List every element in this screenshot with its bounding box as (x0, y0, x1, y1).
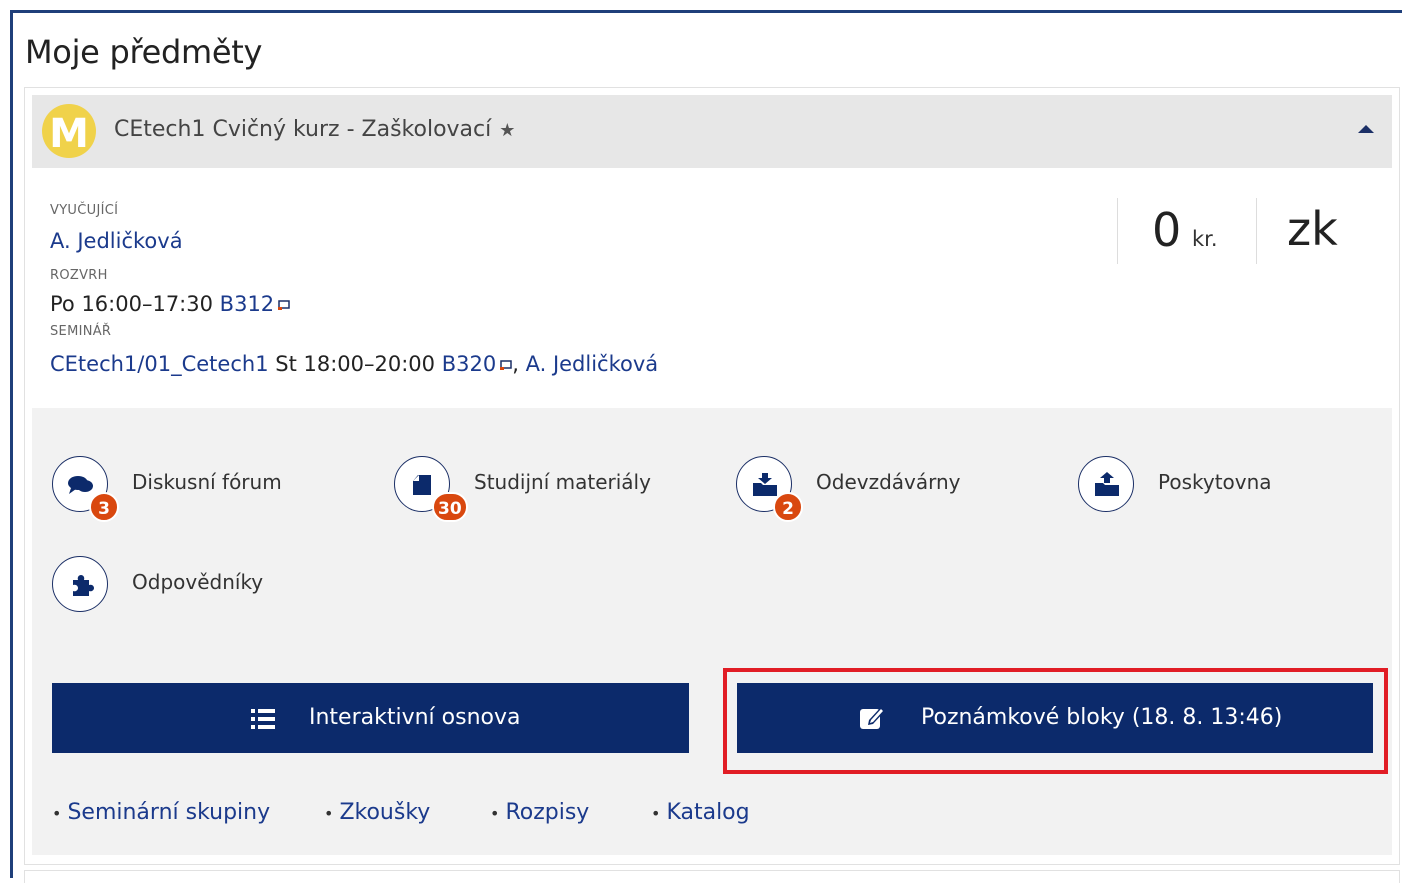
tool-label[interactable]: Diskusní fórum (132, 470, 282, 494)
interactive-syllabus-label[interactable]: Interaktivní osnova (309, 683, 521, 753)
tool-icon-circle[interactable] (52, 556, 108, 612)
bullet: • (52, 804, 62, 823)
chevron-up-icon[interactable] (1358, 125, 1374, 133)
tool-label[interactable]: Poskytovna (1158, 470, 1272, 494)
link-seminar-groups-item: • Seminární skupiny (52, 800, 270, 825)
seminar-time: St 18:00–20:00 (275, 352, 436, 376)
teacher-label: VYUČUJÍCÍ (50, 203, 119, 218)
star-icon[interactable]: ★ (499, 120, 515, 141)
seminar-label: SEMINÁŘ (50, 324, 112, 339)
next-course-panel (24, 870, 1400, 883)
puzzle-icon (73, 575, 94, 596)
notification-badge: 3 (89, 492, 119, 522)
folder-submit-icon (753, 473, 777, 496)
seminar-teacher-link[interactable]: A. Jedličková (526, 352, 659, 376)
course-title-text[interactable]: CEtech1 Cvičný kurz - Zaškolovací (114, 117, 491, 142)
schedule-time: Po 16:00–17:30 (50, 292, 213, 316)
document-icon (413, 475, 431, 495)
notification-badge: 30 (432, 492, 468, 522)
tool-label[interactable]: Odpovědníky (132, 570, 263, 594)
bullet: • (651, 804, 661, 823)
course-header[interactable]: M CEtech1 Cvičný kurz - Zaškolovací ★ (32, 95, 1392, 168)
link-catalog-item: • Katalog (651, 800, 750, 825)
room-map-icon[interactable] (500, 360, 512, 370)
page-title: Moje předměty (25, 33, 263, 71)
bullet: • (490, 804, 500, 823)
notification-badge: 2 (773, 492, 803, 522)
bullet: • (324, 804, 334, 823)
credits-box: 0 kr. (1117, 198, 1257, 264)
tool-icon-circle[interactable] (1078, 456, 1134, 512)
course-logo-letter: M (49, 111, 89, 157)
completion-type: zk (1287, 202, 1338, 256)
highlight-box (723, 668, 1388, 774)
page-top-border (10, 10, 1402, 13)
folder-share-icon (1095, 472, 1119, 496)
seminar-room-link[interactable]: B320 (442, 352, 497, 376)
link-schedules-item: • Rozpisy (490, 800, 589, 825)
tool-label[interactable]: Studijní materiály (474, 470, 651, 494)
interactive-syllabus-button[interactable]: Interaktivní osnova (52, 683, 689, 753)
seminar-group-link[interactable]: CEtech1/01_Cetech1 (50, 352, 269, 376)
list-icon (251, 709, 275, 729)
seminar-value: CEtech1/01_Cetech1 St 18:00–20:00 B320, … (50, 352, 658, 376)
link-schedules[interactable]: Rozpisy (505, 800, 589, 825)
link-exams[interactable]: Zkoušky (339, 800, 430, 825)
course-logo: M (42, 104, 96, 158)
page-left-border (10, 10, 13, 878)
link-exams-item: • Zkoušky (324, 800, 430, 825)
schedule-label: ROZVRH (50, 268, 108, 283)
room-map-icon[interactable] (278, 300, 290, 310)
credits-unit: kr. (1192, 227, 1218, 251)
schedule-room-link[interactable]: B312 (220, 292, 275, 316)
forum-chat-icon (68, 476, 93, 494)
link-seminar-groups[interactable]: Seminární skupiny (67, 800, 270, 825)
schedule-value: Po 16:00–17:30 B312 (50, 292, 290, 316)
course-title[interactable]: CEtech1 Cvičný kurz - Zaškolovací ★ (114, 117, 515, 142)
credits-value: 0 (1152, 203, 1182, 257)
seminar-separator: , (512, 352, 519, 376)
teacher-link[interactable]: A. Jedličková (50, 229, 183, 253)
tool-label[interactable]: Odevzdávárny (816, 470, 961, 494)
link-catalog[interactable]: Katalog (666, 800, 749, 825)
